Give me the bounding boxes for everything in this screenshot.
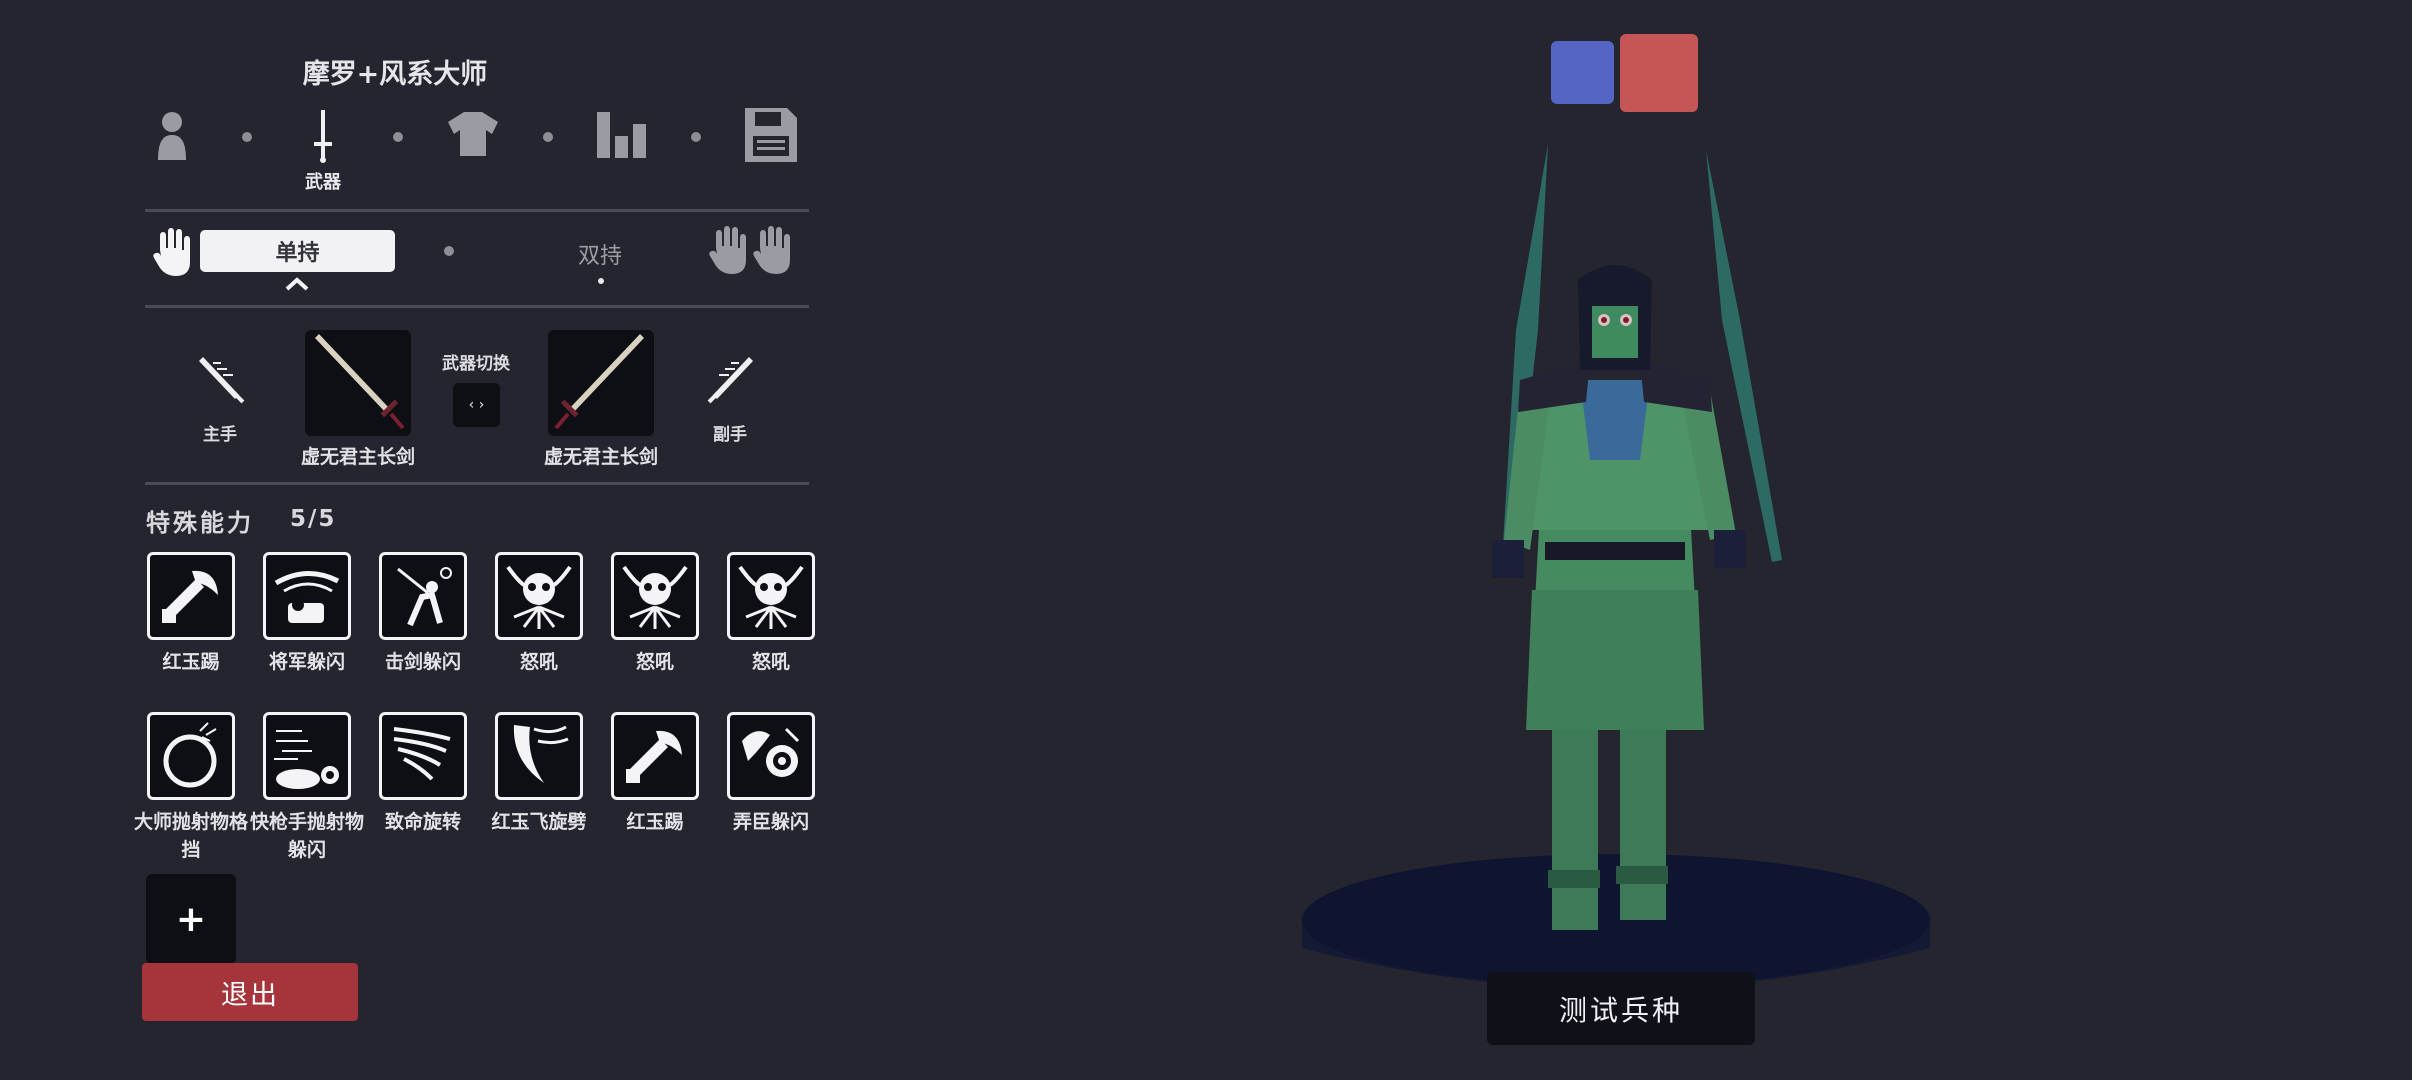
main-hand-label: 主手 [203, 425, 237, 445]
team-red-button[interactable] [1620, 34, 1698, 112]
ability-slot[interactable]: 红玉踢 [609, 712, 701, 836]
projectile-block-icon [147, 712, 235, 800]
main-hand-icon [193, 355, 249, 413]
jester-dodge-icon [727, 712, 815, 800]
step-separator [691, 132, 701, 142]
step-save[interactable] [745, 108, 797, 162]
step-outfit[interactable] [446, 110, 500, 158]
chevron-up-icon [285, 276, 309, 295]
switch-arrows-icon: ‹ › [468, 397, 485, 413]
ability-slot[interactable]: 红玉飞旋劈 [491, 712, 587, 836]
weapon-switch-label: 武器切换 [442, 354, 510, 374]
unit-title: 摩罗+风系大师 [302, 59, 488, 90]
grip-dual-dot [598, 278, 604, 284]
ability-label: 红玉飞旋劈 [491, 811, 587, 833]
deadly-spin-icon [379, 712, 467, 800]
ability-slot[interactable]: 怒吼 [493, 552, 585, 676]
ability-label: 怒吼 [751, 651, 790, 673]
ability-label: 将军躲闪 [268, 651, 345, 673]
roar-skull-icon [611, 552, 699, 640]
step-stats[interactable] [597, 112, 647, 158]
ability-slot[interactable]: 致命旋转 [377, 712, 469, 836]
stats-bars-icon [597, 112, 646, 158]
dual-hands-icon [708, 226, 796, 282]
ability-slot[interactable]: 怒吼 [725, 552, 817, 676]
grip-dual-option[interactable]: 双持 [545, 238, 655, 270]
test-unit-button[interactable]: 测试兵种 [1487, 972, 1755, 1045]
ability-label: 弄臣躲闪 [732, 811, 809, 833]
roar-skull-icon [727, 552, 815, 640]
sword-icon [314, 110, 332, 163]
hammer-blade-icon [611, 712, 699, 800]
ability-slot[interactable]: 击剑躲闪 [377, 552, 469, 676]
off-weapon-slot[interactable] [548, 330, 654, 436]
ability-label: 致命旋转 [384, 811, 461, 833]
ability-label: 快枪手抛射物躲闪 [249, 811, 364, 861]
save-disk-icon [745, 108, 797, 162]
grip-single-option[interactable]: 单持 [200, 230, 395, 272]
abilities-count: 5/5 [290, 506, 337, 532]
longsword-icon [315, 334, 405, 430]
ability-slot[interactable]: 快枪手抛射物躲闪 [250, 712, 364, 864]
grip-separator [444, 246, 454, 256]
step-unit[interactable] [154, 110, 190, 162]
longsword-icon [554, 334, 644, 430]
exit-button[interactable]: 退出 [142, 963, 358, 1021]
step-separator [543, 132, 553, 142]
gunslinger-dodge-icon [263, 712, 351, 800]
off-weapon-name: 虚无君主长剑 [543, 446, 658, 468]
ability-label: 怒吼 [519, 651, 558, 673]
step-separator [242, 132, 252, 142]
divider [145, 482, 809, 485]
fencer-dodge-icon [379, 552, 467, 640]
main-weapon-slot[interactable] [305, 330, 411, 436]
ability-slot[interactable]: 弄臣躲闪 [725, 712, 817, 836]
ability-slot[interactable]: 怒吼 [609, 552, 701, 676]
ability-label: 大师抛射物格挡 [133, 811, 248, 861]
general-dodge-icon [263, 552, 351, 640]
hammer-blade-icon [147, 552, 235, 640]
step-weapon[interactable]: 武器 [291, 108, 355, 194]
abilities-title: 特殊能力 [146, 509, 254, 537]
off-hand-label: 副手 [713, 425, 747, 445]
unit-preview-3d[interactable] [1290, 130, 1950, 1010]
single-hand-icon [152, 228, 196, 282]
ability-slot[interactable]: 红玉踢 [145, 552, 237, 676]
step-weapon-label: 武器 [305, 172, 341, 193]
ability-label: 红玉踢 [162, 651, 220, 673]
unit-body-icon [158, 112, 186, 160]
spin-slash-icon [495, 712, 583, 800]
team-blue-button[interactable] [1551, 41, 1614, 104]
ability-label: 怒吼 [635, 651, 674, 673]
roar-skull-icon [495, 552, 583, 640]
shirt-icon [448, 112, 498, 156]
weapon-switch-button[interactable]: ‹ › [453, 383, 500, 427]
ability-slot[interactable]: 大师抛射物格挡 [134, 712, 248, 864]
off-hand-icon [703, 355, 759, 413]
add-ability-button[interactable]: + [146, 874, 236, 964]
divider [145, 305, 809, 308]
ability-label: 击剑躲闪 [384, 651, 461, 673]
step-separator [393, 132, 403, 142]
ability-slot[interactable]: 将军躲闪 [261, 552, 353, 676]
ability-label: 红玉踢 [626, 811, 684, 833]
main-weapon-name: 虚无君主长剑 [300, 446, 415, 468]
divider [145, 209, 809, 212]
